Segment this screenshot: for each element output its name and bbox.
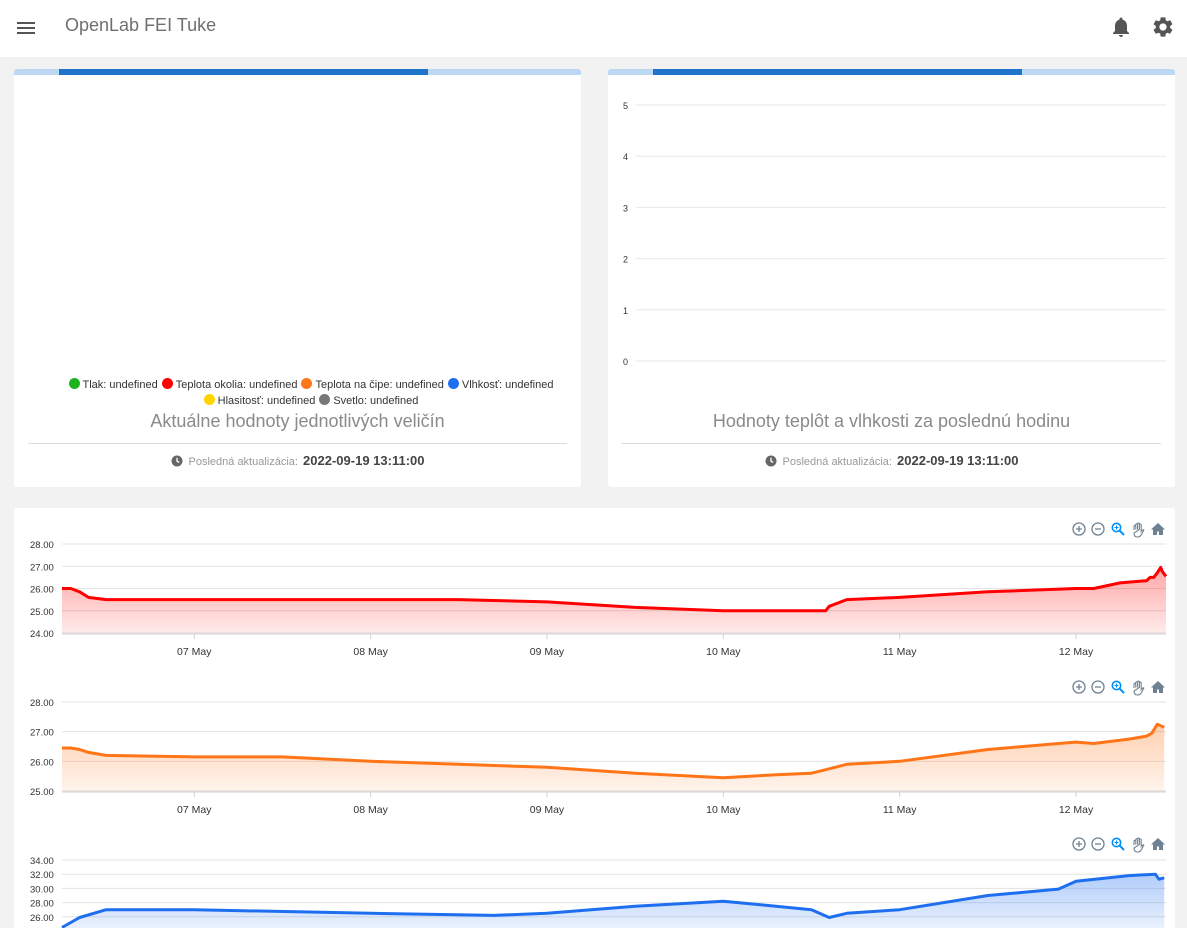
y-tick-label: 32.00 <box>30 870 54 881</box>
x-tick-label: 07 May <box>177 804 212 816</box>
loading-progress-bar <box>608 69 1175 75</box>
y-tick-label: 27.00 <box>30 728 54 739</box>
hamburger-menu-icon[interactable] <box>14 16 38 40</box>
last-hour-chart: 0 1 2 3 4 5 <box>623 101 1166 367</box>
chart-legend: Tlak: undefined Teplota okolia: undefined… <box>42 377 580 409</box>
legend-label: Tlak: undefined <box>82 379 158 391</box>
card-title: Hodnoty teplôt a vlhkosti za poslednú ho… <box>712 411 1071 431</box>
loading-progress-fill <box>653 69 1022 75</box>
x-tick-label: 08 May <box>353 646 388 658</box>
ambient-temperature-chart[interactable]: 24.00 25.00 26.00 27.00 28.00 07 May 08 May 09 … <box>14 534 1175 694</box>
legend-item[interactable]: Tlak: undefined <box>68 377 158 393</box>
y-tick-label: 28.00 <box>30 698 54 709</box>
last-update-footer: Posledná aktualizácia: 2022-09-19 13:11:… <box>14 453 581 468</box>
divider <box>622 443 1161 444</box>
legend-item[interactable]: Teplota na čipe: undefined <box>301 377 444 393</box>
loading-progress-bar <box>14 69 581 75</box>
y-tick-label: 4 <box>623 152 628 162</box>
series-area <box>62 874 1165 928</box>
last-update-time: 2022-09-19 13:11:00 <box>897 453 1019 468</box>
y-tick-label: 27.00 <box>30 562 54 573</box>
legend-label: Vlhkosť: undefined <box>461 379 554 391</box>
legend-color-dot <box>161 378 173 389</box>
last-update-time: 2022-09-19 13:11:00 <box>303 453 425 468</box>
y-tick-label: 28.00 <box>30 540 54 551</box>
y-tick-label: 30.00 <box>30 884 54 895</box>
legend-item[interactable]: Svetlo: undefined <box>319 393 418 409</box>
humidity-chart[interactable]: 26.00 28.00 30.00 32.00 34.00 <box>14 850 1175 928</box>
y-tick-label: 25.00 <box>30 607 54 618</box>
gear-icon[interactable] <box>1151 15 1175 39</box>
history-charts-card: 24.00 25.00 26.00 27.00 28.00 07 May 08 May 09 … <box>14 508 1175 928</box>
legend-color-dot <box>319 394 331 405</box>
x-tick-label: 07 May <box>177 646 212 658</box>
y-tick-label: 25.00 <box>30 787 54 798</box>
clock-icon <box>765 455 777 467</box>
x-tick-label: 10 May <box>706 804 741 816</box>
last-update-label: Posledná aktualizácia: <box>188 456 298 468</box>
legend-item[interactable]: Teplota okolia: undefined <box>161 377 298 393</box>
y-tick-label: 3 <box>623 203 628 213</box>
clock-icon <box>171 455 183 467</box>
legend-item[interactable]: Vlhkosť: undefined <box>447 377 554 393</box>
y-tick-label: 24.00 <box>30 629 54 640</box>
legend-label: Teplota okolia: undefined <box>175 379 298 391</box>
divider <box>28 443 567 444</box>
x-tick-label: 11 May <box>883 646 917 658</box>
x-tick-label: 11 May <box>883 804 917 816</box>
legend-color-dot <box>301 378 313 389</box>
legend-label: Svetlo: undefined <box>333 395 419 407</box>
bell-icon[interactable] <box>1109 15 1133 39</box>
legend-color-dot <box>68 378 80 389</box>
x-tick-label: 10 May <box>706 646 741 658</box>
y-tick-label: 28.00 <box>30 899 54 910</box>
legend-label: Teplota na čipe: undefined <box>315 379 444 391</box>
last-update-footer: Posledná aktualizácia: 2022-09-19 13:11:… <box>608 453 1175 468</box>
chip-temperature-chart[interactable]: 25.00 26.00 27.00 28.00 07 May 08 May 09 May 10… <box>14 692 1175 852</box>
y-tick-label: 26.00 <box>30 757 54 768</box>
x-tick-label: 09 May <box>530 804 565 816</box>
x-tick-label: 08 May <box>353 804 388 816</box>
legend-item[interactable]: Hlasitosť: undefined <box>203 393 316 409</box>
y-tick-label: 34.00 <box>30 856 54 867</box>
legend-label: Hlasitosť: undefined <box>217 395 316 407</box>
legend-color-dot <box>447 378 459 389</box>
y-tick-label: 5 <box>623 101 628 111</box>
last-update-label: Posledná aktualizácia: <box>782 456 892 468</box>
loading-progress-fill <box>59 69 428 75</box>
card-title: Aktuálne hodnoty jednotlivých veličín <box>150 411 445 431</box>
current-values-card: Tlak: undefined Teplota okolia: undefined… <box>14 69 581 487</box>
x-tick-label: 12 May <box>1059 804 1094 816</box>
y-tick-label: 2 <box>623 255 628 265</box>
y-tick-label: 1 <box>623 306 628 316</box>
y-tick-label: 0 <box>623 357 628 367</box>
x-tick-label: 09 May <box>530 646 565 658</box>
y-tick-label: 26.00 <box>30 585 54 596</box>
legend-color-dot <box>203 394 215 405</box>
app-title: OpenLab FEI Tuke <box>65 15 217 35</box>
y-tick-label: 26.00 <box>30 913 54 924</box>
x-tick-label: 12 May <box>1059 646 1094 658</box>
top-app-bar: OpenLab FEI Tuke <box>0 0 1187 57</box>
last-hour-card: 0 1 2 3 4 5 Hodnoty teplôt a vlhkosti za posl… <box>608 69 1175 487</box>
